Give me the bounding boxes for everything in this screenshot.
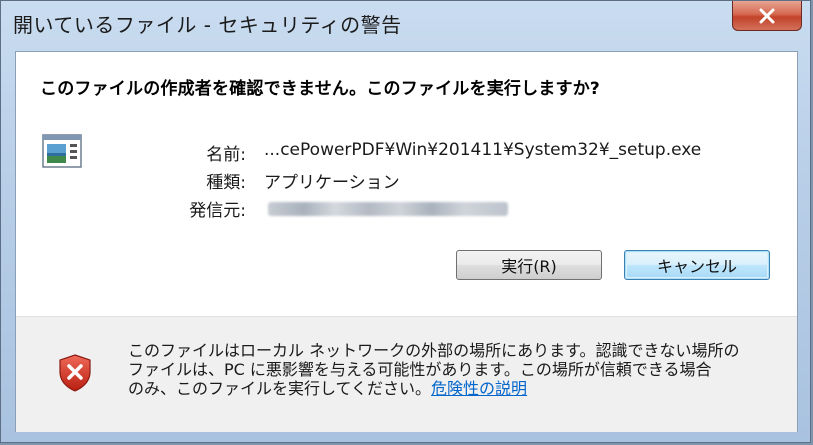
warning-footer: このファイルはローカル ネットワークの外部の場所にあります。認識できない場所の …: [16, 316, 797, 432]
name-value: ...cePowerPDF¥Win¥201411¥System32¥_setup…: [264, 140, 702, 160]
run-button[interactable]: 実行(R): [456, 250, 602, 280]
from-label: 発信元:: [189, 201, 246, 221]
window-title: 開いているファイル - セキュリティの警告: [13, 13, 402, 37]
warning-line-3-text: のみ、このファイルを実行してください。: [128, 379, 432, 398]
security-shield-warning-icon: [59, 354, 91, 392]
title-bar[interactable]: 開いているファイル - セキュリティの警告: [1, 1, 810, 45]
close-icon: [759, 8, 775, 23]
security-warning-dialog: 開いているファイル - セキュリティの警告 このファイルの作成者を確認できません…: [0, 0, 811, 443]
application-icon: [42, 134, 82, 168]
risk-explanation-link[interactable]: 危険性の説明: [431, 379, 527, 398]
warning-line-3: のみ、このファイルを実行してください。危険性の説明: [128, 379, 788, 398]
dialog-heading: このファイルの作成者を確認できません。このファイルを実行しますか?: [40, 79, 600, 99]
dialog-content: このファイルの作成者を確認できません。このファイルを実行しますか? 名前: ..…: [15, 51, 798, 432]
warning-line-2: ファイルは、PC に悪影響を与える可能性があります。この場所が信頼できる場合: [128, 360, 712, 379]
name-label: 名前:: [206, 145, 246, 165]
warning-message: このファイルはローカル ネットワークの外部の場所にあります。認識できない場所の …: [128, 341, 788, 398]
warning-line-1: このファイルはローカル ネットワークの外部の場所にあります。認識できない場所の: [128, 341, 740, 360]
close-button[interactable]: [732, 1, 802, 31]
from-value-redacted: [268, 202, 508, 216]
type-value: アプリケーション: [264, 173, 400, 193]
type-label: 種類:: [206, 173, 246, 193]
cancel-button[interactable]: キャンセル: [624, 250, 770, 280]
